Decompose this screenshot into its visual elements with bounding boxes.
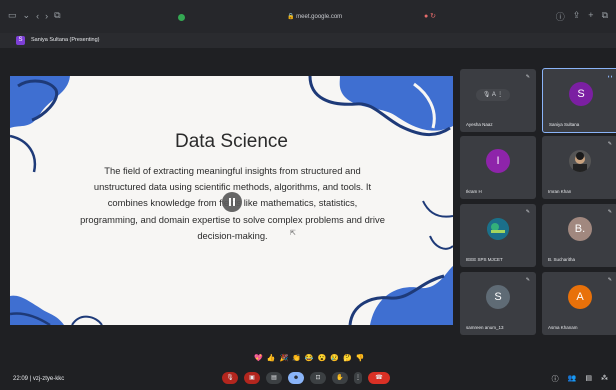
speaking-icon: ◖◗ bbox=[606, 74, 613, 80]
share-icon[interactable]: ⇪ bbox=[573, 10, 581, 23]
sidebar-icon[interactable]: ▭ bbox=[8, 10, 17, 21]
emoji-icon: ☻ bbox=[292, 375, 300, 381]
camera-toggle-button[interactable]: ▣ bbox=[244, 372, 260, 384]
participant-tile[interactable]: ✎ 🎙 A ⋮ Ayesha Naaz bbox=[460, 69, 536, 132]
activities-icon[interactable]: ⁂ bbox=[601, 374, 608, 384]
camera-off-icon: ▣ bbox=[249, 375, 255, 381]
recording-icon: ● ↻ bbox=[424, 13, 437, 20]
browser-toolbar: ▭ ⌄ ‹ › ⧉ 🔒 meet.google.com ● ↻ ⓘ ⇪ + ⧉ bbox=[0, 0, 616, 33]
mic-off-icon: ✎ bbox=[607, 141, 612, 147]
call-controls: 🎙 ▣ ▤ ☻ ⊡ ✋ ⋮ ☎ bbox=[222, 372, 390, 384]
mic-off-icon: ✎ bbox=[525, 74, 530, 80]
url-text: meet.google.com bbox=[296, 14, 343, 20]
raise-hand-button[interactable]: ✋ bbox=[332, 372, 348, 384]
reaction-thumbs-down[interactable]: 👎 bbox=[356, 354, 365, 362]
avatar: A bbox=[568, 285, 592, 309]
participant-name: Asma Khanam bbox=[548, 325, 578, 330]
participant-name: Imran Khan bbox=[548, 189, 572, 194]
participant-tile[interactable]: ✎ B. B. Sucharitha bbox=[542, 204, 616, 267]
participant-name: IEEE SPS MJCET bbox=[466, 257, 503, 262]
meeting-code: vzj-ztye-kkc bbox=[32, 376, 65, 382]
participant-name: Ikram H bbox=[466, 189, 482, 194]
more-vert-icon: ⋮ bbox=[355, 375, 361, 381]
reaction-sad[interactable]: 😢 bbox=[330, 354, 339, 362]
participant-name: B. Sucharitha bbox=[548, 257, 576, 262]
reaction-thinking[interactable]: 🤔 bbox=[343, 354, 352, 362]
info-icon[interactable]: ⓘ bbox=[556, 10, 565, 23]
browser-left-controls: ▭ ⌄ ‹ › ⧉ bbox=[8, 10, 61, 21]
participant-tile[interactable]: ✎ IEEE SPS MJCET bbox=[460, 204, 536, 267]
tabs-icon[interactable]: ⧉ bbox=[54, 10, 60, 21]
browser-right-controls: ⓘ ⇪ + ⧉ bbox=[556, 10, 608, 23]
hand-icon: ✋ bbox=[336, 375, 344, 381]
people-icon[interactable]: 👥 bbox=[568, 374, 577, 384]
back-icon[interactable]: ‹ bbox=[36, 11, 39, 21]
participant-photo bbox=[569, 150, 591, 172]
reaction-heart[interactable]: 💖 bbox=[254, 354, 263, 362]
presenting-label: Saniya Sultana (Presenting) bbox=[31, 37, 100, 43]
reaction-clap[interactable]: 👏 bbox=[292, 354, 301, 362]
avatar: I bbox=[486, 149, 510, 173]
captions-button[interactable]: ▤ bbox=[266, 372, 282, 384]
participant-name: Ayesha Naaz bbox=[466, 122, 493, 127]
participant-name: Saniya Sultana bbox=[549, 122, 580, 127]
chevron-down-icon[interactable]: ⌄ bbox=[23, 10, 31, 21]
mic-off-icon: ✎ bbox=[525, 277, 530, 283]
participant-tile[interactable]: I Ikram H bbox=[460, 136, 536, 199]
side-panel-controls: ⓘ 👥 ▤ ⁂ bbox=[552, 374, 608, 384]
more-options-button[interactable]: ⋮ bbox=[354, 372, 362, 384]
present-icon: ⊡ bbox=[315, 375, 321, 381]
mic-icon: 🎙 bbox=[482, 92, 491, 98]
new-tab-icon[interactable]: + bbox=[588, 10, 593, 23]
participant-tile[interactable]: ◖◗ S Saniya Sultana bbox=[542, 68, 616, 133]
reaction-laugh[interactable]: 😂 bbox=[305, 354, 314, 362]
reaction-surprised[interactable]: 😮 bbox=[318, 354, 327, 362]
pause-icon[interactable] bbox=[222, 192, 242, 212]
presenter-badge: S bbox=[16, 36, 25, 45]
mic-off-icon: ✎ bbox=[525, 209, 530, 215]
avatar: S bbox=[569, 82, 593, 106]
mic-off-icon: ✎ bbox=[607, 277, 612, 283]
meeting-details: 22:09 | vzj-ztye-kkc bbox=[13, 376, 65, 382]
reaction-party[interactable]: 🎉 bbox=[279, 354, 288, 362]
ieee-logo bbox=[487, 218, 509, 240]
copy-icon[interactable]: ⧉ bbox=[602, 10, 608, 23]
phone-hangup-icon: ☎ bbox=[375, 375, 383, 381]
chat-icon[interactable]: ▤ bbox=[585, 374, 592, 384]
mic-off-icon: 🎙 bbox=[226, 375, 234, 381]
slide-title: Data Science bbox=[174, 131, 288, 152]
participant-pill: 🎙 A ⋮ bbox=[476, 89, 510, 101]
mic-toggle-button[interactable]: 🎙 bbox=[222, 372, 238, 384]
reaction-thumbs-up[interactable]: 👍 bbox=[267, 354, 276, 362]
end-call-button[interactable]: ☎ bbox=[368, 372, 390, 384]
meeting-time: 22:09 bbox=[13, 376, 29, 382]
reactions-bar: 💖 👍 🎉 👏 😂 😮 😢 🤔 👎 bbox=[254, 354, 364, 362]
info-icon[interactable]: ⓘ bbox=[552, 374, 559, 384]
mouse-cursor-icon: ⇱ bbox=[290, 230, 296, 237]
participant-name: samreen anum_13 bbox=[466, 325, 504, 330]
presentation-slide: Data Science The field of extracting mea… bbox=[10, 76, 453, 325]
reactions-button[interactable]: ☻ bbox=[288, 372, 304, 384]
present-button[interactable]: ⊡ bbox=[310, 372, 326, 384]
participant-tile[interactable]: ✎ A Asma Khanam bbox=[542, 272, 616, 335]
camera-indicator-icon bbox=[178, 14, 185, 21]
participant-tile[interactable]: ✎ Imran Khan bbox=[542, 136, 616, 199]
mic-off-icon: ✎ bbox=[607, 209, 612, 215]
avatar: B. bbox=[568, 217, 592, 241]
captions-icon: ▤ bbox=[271, 375, 277, 381]
participant-tile[interactable]: ✎ S samreen anum_13 bbox=[460, 272, 536, 335]
forward-icon[interactable]: › bbox=[45, 11, 48, 21]
address-bar[interactable]: 🔒 meet.google.com bbox=[287, 13, 342, 20]
avatar: S bbox=[486, 285, 510, 309]
